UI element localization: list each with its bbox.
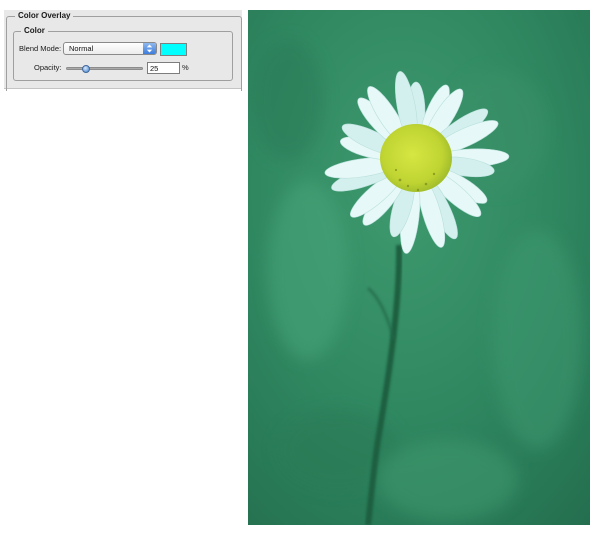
color-group bbox=[13, 31, 233, 81]
blend-mode-value: Normal bbox=[69, 44, 94, 53]
section-title: Color Overlay bbox=[15, 11, 74, 21]
blend-mode-select[interactable]: Normal bbox=[63, 42, 157, 55]
opacity-input[interactable] bbox=[147, 62, 180, 74]
daisy-center bbox=[380, 124, 452, 192]
daisy-photo bbox=[248, 10, 590, 525]
opacity-label: Opacity: bbox=[34, 63, 62, 72]
color-overlay-panel: Color Overlay Color Blend Mode: Normal O… bbox=[4, 10, 242, 91]
opacity-slider[interactable] bbox=[66, 65, 143, 73]
blend-mode-label: Blend Mode: bbox=[19, 44, 62, 53]
opacity-slider-thumb[interactable] bbox=[81, 65, 90, 73]
subsection-title: Color bbox=[21, 26, 48, 36]
select-arrows-icon[interactable] bbox=[143, 43, 156, 54]
overlay-color-swatch[interactable] bbox=[160, 43, 187, 56]
opacity-unit: % bbox=[182, 63, 189, 72]
